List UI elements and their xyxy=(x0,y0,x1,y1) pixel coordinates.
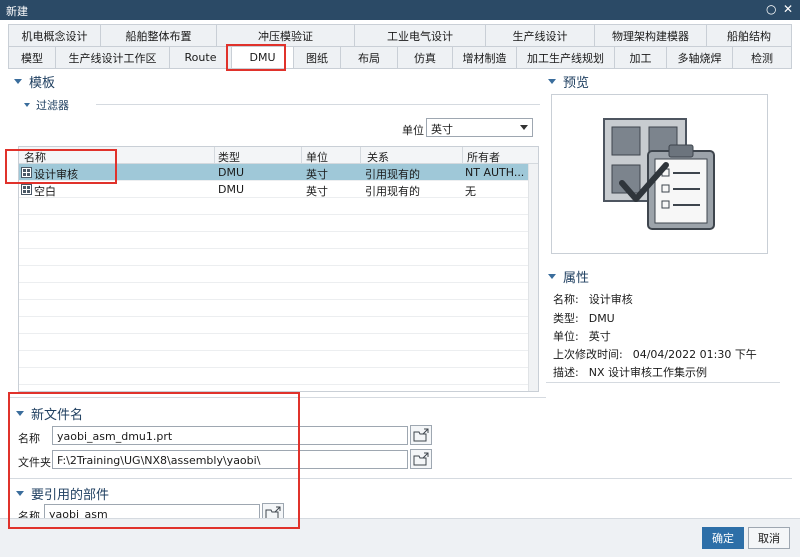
cell-type: DMU xyxy=(218,183,245,196)
window-title: 新建 xyxy=(6,5,28,18)
tab-additive-manufacturing[interactable]: 增材制造 xyxy=(452,46,516,69)
column-divider xyxy=(214,147,215,164)
tab-physical-architecture[interactable]: 物理架构建模器 xyxy=(594,24,706,47)
properties-title: 属性 xyxy=(563,271,590,286)
tab-simulation[interactable]: 仿真 xyxy=(397,46,452,69)
restore-icon[interactable]: ○ xyxy=(766,2,776,16)
table-row xyxy=(19,334,528,351)
cell-owner: NT AUTH... xyxy=(465,166,525,179)
column-divider xyxy=(360,147,361,164)
property-value: NX 设计审核工作集示例 xyxy=(588,366,707,379)
application-tabs-row-2: 模型 生产线设计工作区 Route DMU 图纸 布局 仿真 增材制造 加工生产… xyxy=(8,46,792,69)
column-header-unit[interactable]: 单位 xyxy=(306,149,328,165)
property-modified: 上次修改时间: 04/04/2022 01:30 下午 xyxy=(553,346,757,362)
ok-button[interactable]: 确定 xyxy=(702,527,744,549)
filter-section-header[interactable]: 过滤器 xyxy=(24,97,69,113)
templates-title: 模板 xyxy=(29,76,56,91)
table-row xyxy=(19,317,528,334)
tab-inspection[interactable]: 检测 xyxy=(732,46,792,69)
table-row xyxy=(19,232,528,249)
annotation-highlight-dmu-tab xyxy=(226,44,286,71)
filter-title: 过滤器 xyxy=(36,99,69,112)
cell-relation: 引用现有的 xyxy=(365,168,420,181)
design-review-template-preview-icon xyxy=(603,118,715,230)
property-name: 名称: 设计审核 xyxy=(553,291,633,307)
application-tabs-row-1: 机电概念设计 船舶整体布置 冲压模验证 工业电气设计 生产线设计 物理架构建模器… xyxy=(8,24,792,47)
close-icon[interactable]: ✕ xyxy=(783,2,793,16)
preview-panel xyxy=(551,94,768,254)
tab-route[interactable]: Route xyxy=(169,46,231,69)
chevron-down-icon xyxy=(520,125,528,130)
property-value: 04/04/2022 01:30 下午 xyxy=(632,348,757,361)
collapse-triangle-icon xyxy=(24,103,30,107)
column-header-type[interactable]: 类型 xyxy=(218,149,240,165)
tab-ship-structure[interactable]: 船舶结构 xyxy=(706,24,792,47)
table-row xyxy=(19,215,528,232)
cell-relation: 引用现有的 xyxy=(365,185,420,198)
column-divider xyxy=(462,147,463,164)
tab-drawing[interactable]: 图纸 xyxy=(293,46,340,69)
tab-electrical-design[interactable]: 工业电气设计 xyxy=(354,24,485,47)
tab-ship-general-arrangement[interactable]: 船舶整体布置 xyxy=(100,24,216,47)
unit-dropdown[interactable]: 英寸 xyxy=(426,118,533,137)
templates-section-header[interactable]: 模板 xyxy=(14,72,55,91)
preview-section-header[interactable]: 预览 xyxy=(548,72,589,91)
tab-model[interactable]: 模型 xyxy=(8,46,55,69)
unit-dropdown-value: 英寸 xyxy=(431,123,453,136)
cell-owner: 无 xyxy=(465,185,476,198)
property-label: 上次修改时间: xyxy=(553,348,623,361)
collapse-triangle-icon xyxy=(548,274,556,279)
column-divider xyxy=(301,147,302,164)
tab-line-designer[interactable]: 生产线设计 xyxy=(485,24,594,47)
table-row xyxy=(19,266,528,283)
divider xyxy=(96,104,540,105)
tab-multi-axis-deposition[interactable]: 多轴烧焊 xyxy=(666,46,732,69)
cancel-button[interactable]: 取消 xyxy=(748,527,790,549)
property-unit: 单位: 英寸 xyxy=(553,328,611,344)
property-label: 名称: xyxy=(553,293,579,306)
browse-folder-button[interactable] xyxy=(410,449,432,469)
table-row xyxy=(19,283,528,300)
column-header-owner[interactable]: 所有者 xyxy=(467,149,500,165)
column-header-relation[interactable]: 关系 xyxy=(367,149,389,165)
property-description: 描述: NX 设计审核工作集示例 xyxy=(553,364,707,380)
property-value: 设计审核 xyxy=(588,293,633,306)
property-label: 单位: xyxy=(553,330,579,343)
cell-unit: 英寸 xyxy=(306,168,328,181)
assembly-template-icon xyxy=(21,184,32,195)
collapse-triangle-icon xyxy=(14,79,22,84)
preview-title: 预览 xyxy=(563,76,590,91)
table-row xyxy=(19,368,528,385)
open-folder-icon xyxy=(413,428,429,442)
table-scrollbar[interactable] xyxy=(528,164,538,391)
cell-type: DMU xyxy=(218,166,245,179)
table-row xyxy=(19,249,528,266)
open-folder-icon xyxy=(413,452,429,466)
cell-name: 空白 xyxy=(34,185,56,198)
property-label: 类型: xyxy=(553,312,579,325)
properties-section-header[interactable]: 属性 xyxy=(548,267,589,286)
tab-layout[interactable]: 布局 xyxy=(340,46,397,69)
table-row xyxy=(19,351,528,368)
tab-line-planning[interactable]: 加工生产线规划 xyxy=(516,46,614,69)
tab-mechatronics[interactable]: 机电概念设计 xyxy=(8,24,100,47)
table-row xyxy=(19,300,528,317)
property-value: 英寸 xyxy=(588,330,611,343)
property-type: 类型: DMU xyxy=(553,310,615,326)
tab-manufacturing[interactable]: 加工 xyxy=(614,46,666,69)
property-value: DMU xyxy=(588,312,615,325)
tab-line-designer-workspace[interactable]: 生产线设计工作区 xyxy=(55,46,169,69)
annotation-highlight-template xyxy=(5,149,117,184)
annotation-highlight-file-fields xyxy=(8,392,300,529)
table-row xyxy=(19,198,528,215)
collapse-triangle-icon xyxy=(548,79,556,84)
property-label: 描述: xyxy=(553,366,579,379)
divider xyxy=(546,382,780,383)
browse-file-button[interactable] xyxy=(410,425,432,445)
unit-label: 单位 xyxy=(402,124,424,137)
cell-unit: 英寸 xyxy=(306,185,328,198)
title-bar: 新建 ○ ✕ xyxy=(0,0,800,20)
